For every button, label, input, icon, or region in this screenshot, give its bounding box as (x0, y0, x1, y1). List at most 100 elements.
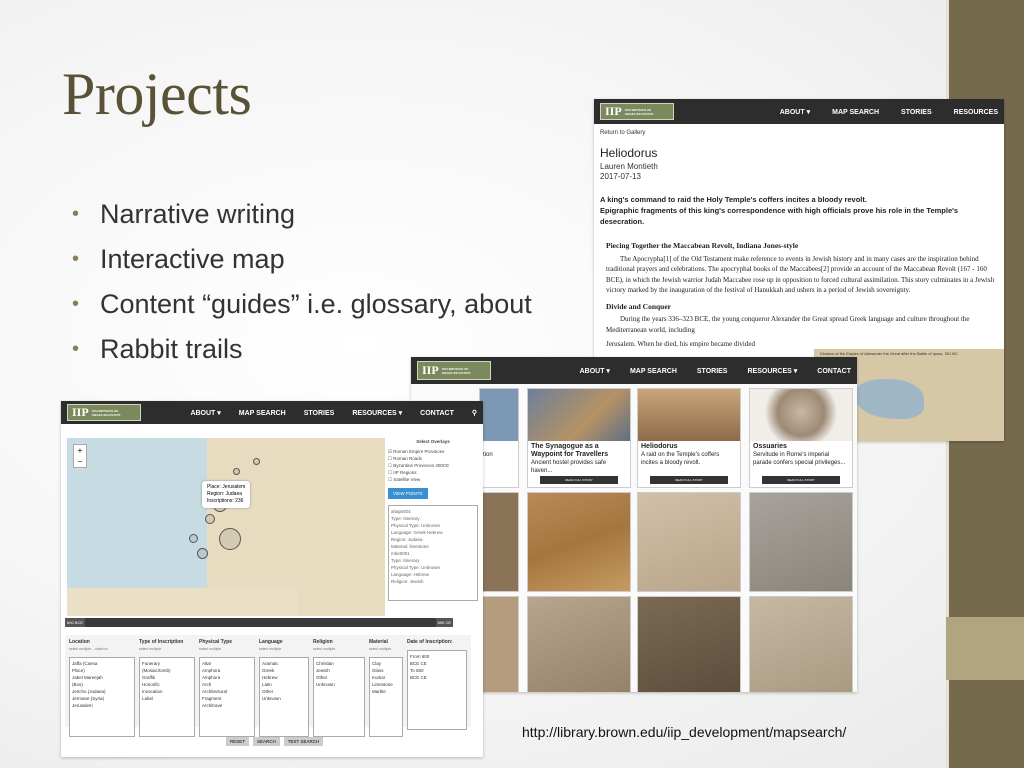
filter-option[interactable]: Clay (372, 660, 400, 667)
filter-option[interactable]: Hebrew (262, 674, 306, 681)
filter-option[interactable]: Glass (372, 667, 400, 674)
overlay-option[interactable]: ☑ Roman Empire Provinces (388, 448, 478, 455)
filter-option[interactable]: Unknown (262, 695, 306, 702)
map-marker[interactable] (189, 534, 198, 543)
nav-about[interactable]: ABOUT ▾ (780, 109, 810, 116)
inscription-thumbnail[interactable] (479, 492, 519, 592)
overlay-option[interactable]: ☐ IIP Regions (388, 469, 478, 476)
map-marker[interactable] (205, 514, 215, 524)
filter-option[interactable]: Altar (202, 660, 252, 667)
filter-option[interactable]: Limestone (372, 681, 400, 688)
filter-option[interactable]: Other (262, 688, 306, 695)
filter-option[interactable]: Kurkar (372, 674, 400, 681)
nav-contact[interactable]: CONTACT (420, 410, 454, 417)
filter-option[interactable]: (Bos) (72, 681, 132, 688)
story-card[interactable]: Heliodorus A raid on the Temple's coffers… (637, 388, 741, 488)
overlay-option[interactable]: ☐ Byzantine Provinces 400CE (388, 462, 478, 469)
filter-option[interactable]: Place) (72, 667, 132, 674)
nav-stories[interactable]: STORIES (697, 368, 728, 375)
inscription-thumbnail[interactable] (527, 596, 631, 692)
reset-button[interactable]: RESET (226, 737, 250, 746)
zoom-in-button[interactable]: + (74, 445, 86, 456)
filter-option[interactable]: (Mosaic/tomb) (142, 667, 192, 674)
search-button[interactable]: SEARCH (253, 737, 280, 746)
filter-option[interactable]: From 600 (410, 653, 464, 660)
map-marker[interactable] (197, 548, 208, 559)
filter-option[interactable]: Funerary (142, 660, 192, 667)
nav-resources[interactable]: RESOURCES ▾ (352, 410, 402, 417)
story-card[interactable]: The Synagogue as a Waypoint for Travelle… (527, 388, 631, 488)
filter-options[interactable]: Aramaic Greek Hebrew Latin Other Unknown (259, 657, 309, 737)
filter-option[interactable]: Unknown (316, 681, 362, 688)
map-marker[interactable] (233, 468, 240, 475)
read-story-button[interactable]: READ FULL STORY (540, 476, 618, 484)
filter-option[interactable]: Greek (262, 667, 306, 674)
filter-option[interactable]: Amphora (202, 667, 252, 674)
filter-option[interactable]: Amphora (202, 674, 252, 681)
story-card[interactable]: Ossuaries Servitude in Rome's imperial pa… (749, 388, 853, 488)
filter-option[interactable]: Architectural (202, 688, 252, 695)
read-story-button[interactable]: READ FULL STORY (762, 476, 840, 484)
story-card[interactable]: tion (479, 388, 519, 488)
nav-contact[interactable]: CONTACT (817, 368, 851, 375)
site-logo[interactable]: IIP INSCRIPTIONS OF ISRAEL/PALESTINE (600, 103, 674, 120)
inscription-thumbnail[interactable] (637, 492, 741, 592)
filter-option[interactable]: Fragment (202, 695, 252, 702)
inscription-thumbnail[interactable] (527, 492, 631, 592)
nav-about[interactable]: ABOUT ▾ (580, 368, 610, 375)
filter-options[interactable]: Jaffa (Caesa Place) Jabel Mareejah (Bos) Jer… (69, 657, 135, 737)
filter-option[interactable]: Graffiti (142, 674, 192, 681)
timeline-end[interactable]: 650 CE (435, 618, 453, 627)
filter-option[interactable]: Jericho (Judaea) (72, 688, 132, 695)
filter-option[interactable]: Architrave (202, 702, 252, 709)
timeline-start[interactable]: 600 BCE (65, 618, 86, 627)
nav-about[interactable]: ABOUT ▾ (190, 410, 220, 417)
zoom-out-button[interactable]: − (74, 456, 86, 467)
filter-options[interactable]: Clay Glass Kurkar Limestone Marble (369, 657, 403, 737)
read-story-button[interactable]: READ FULL STORY (650, 476, 728, 484)
inscription-thumbnail[interactable] (749, 596, 853, 692)
filter-option[interactable]: Other (316, 674, 362, 681)
filter-option[interactable]: Jabel Mareejah (72, 674, 132, 681)
filter-option[interactable]: Latin (262, 681, 306, 688)
filter-options[interactable]: From 600 BCE CE To 650 BCE CE (407, 650, 467, 730)
nav-stories[interactable]: STORIES (304, 410, 335, 417)
site-url[interactable]: http://library.brown.edu/iip_development… (522, 724, 846, 740)
search-icon[interactable]: ⚲ (472, 410, 477, 417)
nav-resources[interactable]: RESOURCES ▾ (747, 368, 797, 375)
date-timeline-slider[interactable]: 600 BCE 650 CE (65, 618, 453, 627)
filter-option[interactable]: Jewish (316, 667, 362, 674)
inscription-thumbnail[interactable] (637, 596, 741, 692)
results-list[interactable]: ahap0001 Type: Itinerary Physical Type: … (388, 505, 478, 601)
zoom-control[interactable]: + − (73, 444, 87, 468)
filter-option[interactable]: BCE CE (410, 674, 464, 681)
site-logo[interactable]: IIP INSCRIPTIONS OF ISRAEL/PALESTINE (417, 361, 491, 380)
overlay-option[interactable]: ☐ Satellite View (388, 476, 478, 483)
inscription-map[interactable]: + − Place: Jerusalem Region: Judaea Inscr… (67, 438, 385, 616)
nav-resources[interactable]: RESOURCES (954, 109, 998, 116)
filter-options[interactable]: Altar Amphora Amphora Arch Architectural Frag… (199, 657, 255, 737)
filter-option[interactable]: Jermane (Syria) (72, 695, 132, 702)
view-points-button[interactable]: VIEW POINTS (388, 488, 428, 499)
site-logo[interactable]: IIP INSCRIPTIONS OF ISRAEL/PALESTINE (67, 404, 141, 421)
filter-option[interactable]: Label (142, 695, 192, 702)
nav-map-search[interactable]: MAP SEARCH (630, 368, 677, 375)
nav-map-search[interactable]: MAP SEARCH (832, 109, 879, 116)
nav-stories[interactable]: STORIES (901, 109, 932, 116)
filter-option[interactable]: Aramaic (262, 660, 306, 667)
filter-option[interactable]: BCE CE (410, 660, 464, 667)
filter-options[interactable]: Funerary (Mosaic/tomb) Graffiti Honorific In… (139, 657, 195, 737)
filter-options[interactable]: Christian Jewish Other Unknown (313, 657, 365, 737)
filter-option[interactable]: Marble (372, 688, 400, 695)
filter-option[interactable]: Jerusalem (72, 702, 132, 709)
inscription-thumbnail[interactable] (749, 492, 853, 592)
filter-option[interactable]: Honorific (142, 681, 192, 688)
filter-option[interactable]: Invocation (142, 688, 192, 695)
filter-option[interactable]: To 650 (410, 667, 464, 674)
back-link[interactable]: Return to Gallery (600, 130, 998, 136)
map-marker[interactable] (219, 528, 241, 550)
filter-option[interactable]: Arch (202, 681, 252, 688)
filter-option[interactable]: Jaffa (Caesa (72, 660, 132, 667)
text-search-button[interactable]: TEXT SEARCH (283, 737, 324, 746)
inscription-thumbnail[interactable] (479, 596, 519, 692)
